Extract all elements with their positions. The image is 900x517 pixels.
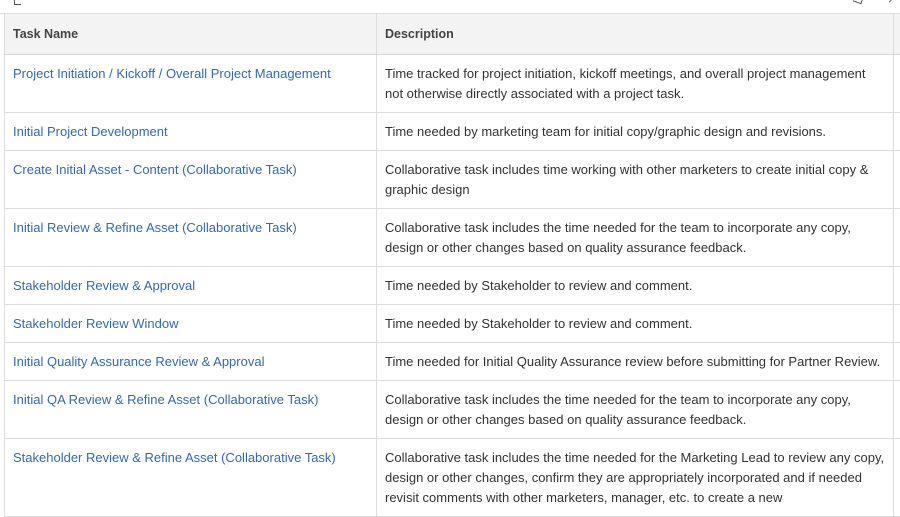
task-description-cell: Collaborative task includes the time nee… bbox=[376, 380, 894, 439]
table-row: Stakeholder Review & Approval Time neede… bbox=[4, 266, 900, 305]
task-name-link[interactable]: Create Initial Asset - Content (Collabor… bbox=[13, 162, 297, 177]
task-description-cell: Time needed by marketing team for initia… bbox=[376, 112, 894, 151]
table-row: Initial QA Review & Refine Asset (Collab… bbox=[4, 380, 900, 439]
task-table-panel: Task Name Description Project Initiation… bbox=[0, 0, 900, 517]
table-row: Initial Project Development Time needed … bbox=[4, 112, 900, 151]
task-description-cell: Time needed by Stakeholder to review and… bbox=[376, 304, 894, 343]
task-description-cell: Time tracked for project initiation, kic… bbox=[376, 54, 894, 113]
task-name-cell: Initial Review & Refine Asset (Collabora… bbox=[4, 208, 377, 267]
column-header-extra bbox=[893, 14, 900, 55]
edit-icon[interactable] bbox=[852, 0, 865, 5]
table-row: Create Initial Asset - Content (Collabor… bbox=[4, 150, 900, 209]
row-edge-cell bbox=[893, 304, 900, 343]
task-name-link[interactable]: Initial Project Development bbox=[13, 124, 168, 139]
task-name-cell: Stakeholder Review & Approval bbox=[4, 266, 377, 305]
row-edge-cell bbox=[893, 342, 900, 381]
task-description-cell: Collaborative task includes the time nee… bbox=[376, 208, 894, 267]
task-name-link[interactable]: Initial Quality Assurance Review & Appro… bbox=[13, 354, 264, 369]
task-name-cell: Project Initiation / Kickoff / Overall P… bbox=[4, 54, 377, 113]
table-row: Stakeholder Review Window Time needed by… bbox=[4, 304, 900, 343]
column-header-description[interactable]: Description bbox=[376, 14, 894, 55]
toolbar-strip bbox=[0, 0, 900, 14]
task-name-cell: Initial Quality Assurance Review & Appro… bbox=[4, 342, 377, 381]
task-name-link[interactable]: Stakeholder Review Window bbox=[13, 316, 178, 331]
task-name-cell: Stakeholder Review & Refine Asset (Colla… bbox=[4, 438, 377, 517]
table-row: Stakeholder Review & Refine Asset (Colla… bbox=[4, 438, 900, 517]
row-edge-cell bbox=[893, 266, 900, 305]
row-edge-cell bbox=[893, 208, 900, 267]
table-header-row: Task Name Description bbox=[4, 14, 900, 55]
row-edge-cell bbox=[893, 438, 900, 517]
table-row: Initial Review & Refine Asset (Collabora… bbox=[4, 208, 900, 267]
row-edge-cell bbox=[893, 54, 900, 113]
task-name-link[interactable]: Stakeholder Review & Approval bbox=[13, 278, 195, 293]
task-name-link[interactable]: Initial QA Review & Refine Asset (Collab… bbox=[13, 392, 318, 407]
task-name-cell: Create Initial Asset - Content (Collabor… bbox=[4, 150, 377, 209]
row-edge-cell bbox=[893, 112, 900, 151]
task-description-cell: Collaborative task includes the time nee… bbox=[376, 438, 894, 517]
table-row: Initial Quality Assurance Review & Appro… bbox=[4, 342, 900, 381]
task-name-link[interactable]: Project Initiation / Kickoff / Overall P… bbox=[13, 66, 331, 81]
task-name-cell: Initial Project Development bbox=[4, 112, 377, 151]
corner-bracket-icon bbox=[14, 0, 21, 5]
column-header-task-name[interactable]: Task Name bbox=[4, 14, 377, 55]
task-name-cell: Initial QA Review & Refine Asset (Collab… bbox=[4, 380, 377, 439]
task-description-cell: Collaborative task includes time working… bbox=[376, 150, 894, 209]
row-edge-cell bbox=[893, 150, 900, 209]
table-row: Project Initiation / Kickoff / Overall P… bbox=[4, 54, 900, 113]
task-table: Task Name Description Project Initiation… bbox=[4, 14, 900, 517]
task-table-container: Task Name Description Project Initiation… bbox=[4, 14, 900, 517]
task-name-link[interactable]: Initial Review & Refine Asset (Collabora… bbox=[13, 220, 297, 235]
task-name-link[interactable]: Stakeholder Review & Refine Asset (Colla… bbox=[13, 450, 336, 465]
task-description-cell: Time needed by Stakeholder to review and… bbox=[376, 266, 894, 305]
task-name-cell: Stakeholder Review Window bbox=[4, 304, 377, 343]
row-edge-cell bbox=[893, 380, 900, 439]
task-description-cell: Time needed for Initial Quality Assuranc… bbox=[376, 342, 894, 381]
chevron-right-icon[interactable] bbox=[884, 0, 895, 3]
